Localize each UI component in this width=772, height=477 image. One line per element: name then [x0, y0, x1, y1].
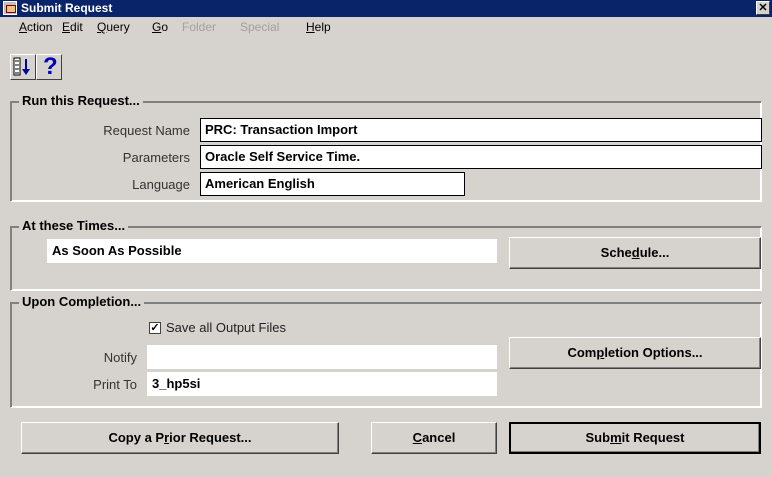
- menu-folder: Folder: [182, 20, 217, 34]
- list-of-values-icon: [13, 57, 30, 76]
- request-name-field[interactable]: PRC: Transaction Import: [200, 118, 762, 142]
- completion-group-title: Upon Completion...: [19, 294, 145, 309]
- language-field[interactable]: American English: [200, 172, 465, 196]
- language-label: Language: [132, 177, 190, 192]
- menu-go[interactable]: Go: [152, 20, 168, 34]
- schedule-button[interactable]: Schedule...: [509, 237, 761, 269]
- title-bar: Submit Request ✕: [0, 0, 772, 17]
- mnemonic-letter: A: [19, 20, 28, 34]
- parameters-label: Parameters: [122, 150, 190, 165]
- request-name-label: Request Name: [103, 123, 190, 138]
- schedule-group-title: At these Times...: [19, 218, 129, 233]
- submit-request-button[interactable]: Submit Request: [509, 422, 761, 454]
- app-window-icon: [3, 1, 17, 15]
- menu-help[interactable]: Help: [306, 20, 331, 34]
- print-to-label: Print To: [93, 377, 137, 392]
- menu-special: Special: [240, 20, 280, 34]
- save-output-checkbox[interactable]: ✓: [149, 322, 161, 334]
- menu-edit[interactable]: Edit: [62, 20, 83, 34]
- save-output-label: Save all Output Files: [166, 320, 286, 335]
- menu-bar: Action Edit Query Go Folder Special Help: [0, 18, 772, 36]
- help-icon: ?: [43, 53, 58, 80]
- notify-field[interactable]: [147, 345, 497, 369]
- menu-action[interactable]: Action: [19, 20, 52, 34]
- print-to-field[interactable]: 3_hp5si: [147, 372, 497, 396]
- list-of-values-button[interactable]: [10, 54, 36, 80]
- copy-prior-request-button[interactable]: Copy a Prior Request...: [21, 422, 339, 454]
- menu-query[interactable]: Query: [97, 20, 130, 34]
- parameters-field[interactable]: Oracle Self Service Time.: [200, 145, 762, 169]
- menu-action-rest: ction: [27, 20, 53, 34]
- schedule-value-field[interactable]: As Soon As Possible: [47, 239, 497, 263]
- cancel-button[interactable]: Cancel: [371, 422, 497, 454]
- notify-label: Notify: [103, 350, 137, 365]
- help-button[interactable]: ?: [36, 53, 62, 80]
- close-icon[interactable]: ✕: [756, 1, 770, 15]
- completion-options-button[interactable]: Completion Options...: [509, 337, 761, 369]
- window-title: Submit Request: [21, 1, 113, 15]
- run-request-title: Run this Request...: [19, 93, 143, 108]
